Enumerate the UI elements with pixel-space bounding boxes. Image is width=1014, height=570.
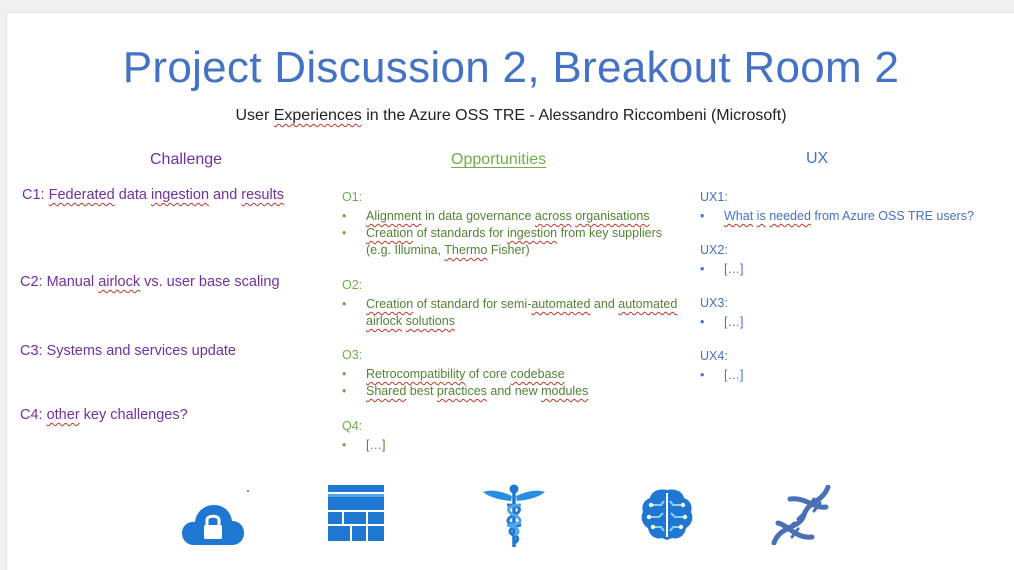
slide-title: Project Discussion 2, Breakout Room 2 bbox=[122, 43, 900, 92]
c1-federated: Federated bbox=[48, 187, 115, 203]
list-item: […] bbox=[700, 367, 1000, 384]
c1-ingestion: ingestion bbox=[150, 187, 210, 203]
word: Retrocompatibility bbox=[366, 367, 466, 381]
text: from Azure OSS TRE users? bbox=[810, 209, 974, 223]
list-item: What is needed from Azure OSS TRE users? bbox=[700, 208, 1000, 225]
ux-label: UX1: bbox=[700, 190, 728, 204]
c4-prefix: C4: bbox=[20, 407, 47, 423]
text: and new bbox=[486, 384, 542, 398]
caduceus-icon bbox=[483, 483, 545, 547]
text: of standards for bbox=[413, 226, 508, 240]
ux-group-ux3: UX3: […] bbox=[700, 295, 1000, 331]
ux-label: UX3: bbox=[700, 296, 728, 310]
list-item: Creation of standard for semi-automated … bbox=[342, 296, 682, 330]
opportunity-group-o3: O3: Retrocompatibility of core codebase … bbox=[342, 347, 682, 400]
cloud-lock-icon bbox=[182, 503, 244, 547]
opportunity-group-o2: O2: Creation of standard for semi-automa… bbox=[342, 277, 682, 330]
stray-dot bbox=[247, 490, 249, 492]
text: of core bbox=[465, 367, 511, 381]
opportunity-label: Q4: bbox=[342, 419, 363, 433]
text: best bbox=[406, 384, 437, 398]
text: and bbox=[590, 297, 619, 311]
c2-prefix: C2: Manual bbox=[20, 274, 99, 290]
word: ingestion bbox=[507, 226, 558, 240]
word: What bbox=[724, 209, 754, 223]
word: codebase bbox=[510, 367, 565, 381]
word: practices bbox=[436, 384, 487, 398]
word: is bbox=[756, 209, 766, 223]
opportunity-group-q4: Q4: […] bbox=[342, 418, 682, 454]
c4-suffix: key challenges? bbox=[79, 407, 188, 423]
ux-group-ux4: UX4: […] bbox=[700, 348, 1000, 384]
word: automated bbox=[531, 297, 591, 311]
word: Thermo bbox=[444, 243, 488, 257]
opportunity-label: O3: bbox=[342, 348, 363, 362]
subtitle-experiences: Experiences bbox=[273, 107, 362, 124]
subtitle-pre: User bbox=[235, 107, 274, 124]
challenge-c3: C3: Systems and services update bbox=[20, 343, 236, 359]
c1-data: data bbox=[114, 187, 151, 203]
dna-icon bbox=[770, 484, 832, 546]
ux-label: UX4: bbox=[700, 349, 728, 363]
word: Creation bbox=[366, 226, 414, 240]
opportunities-heading: Opportunities bbox=[451, 151, 547, 168]
list-item: […] bbox=[700, 314, 1000, 331]
c4-other: other bbox=[46, 407, 80, 423]
word: Creation bbox=[366, 297, 414, 311]
word: needed bbox=[769, 209, 811, 223]
word: across bbox=[534, 209, 572, 223]
challenge-c4: C4: other key challenges? bbox=[20, 407, 188, 423]
c1-and: and bbox=[209, 187, 242, 203]
c1-results: results bbox=[241, 187, 284, 203]
table-layout-icon bbox=[328, 485, 384, 541]
ux-group-ux2: UX2: […] bbox=[700, 242, 1000, 278]
text: in data governance bbox=[421, 209, 535, 223]
brain-circuit-icon bbox=[641, 487, 693, 541]
list-item: Shared best practices and new modules bbox=[342, 383, 682, 400]
challenge-heading: Challenge bbox=[150, 151, 223, 168]
c2-suffix: vs. user base scaling bbox=[140, 274, 280, 290]
word: solutions bbox=[405, 314, 455, 328]
text: of standard for semi- bbox=[413, 297, 532, 311]
word: organisations bbox=[575, 209, 650, 223]
list-item: […] bbox=[700, 261, 1000, 278]
slide-subtitle: User Experiences in the Azure OSS TRE - … bbox=[7, 107, 1014, 125]
opportunity-group-o1: O1: Alignment in data governance across … bbox=[342, 189, 682, 259]
list-item: Retrocompatibility of core codebase bbox=[342, 366, 682, 383]
word: Alignment bbox=[366, 209, 422, 223]
word: automated bbox=[618, 297, 678, 311]
c2-airlock: airlock bbox=[98, 274, 141, 290]
word: Shared bbox=[366, 384, 407, 398]
ux-group-ux1: UX1: What is needed from Azure OSS TRE u… bbox=[700, 189, 1000, 225]
subtitle-post: in the Azure OSS TRE - Alessandro Riccom… bbox=[361, 107, 787, 124]
slide: Project Discussion 2, Breakout Room 2 Us… bbox=[6, 12, 1014, 570]
list-item: Creation of standards for ingestion from… bbox=[342, 225, 682, 259]
opportunity-label: O2: bbox=[342, 278, 363, 292]
ux-heading: UX bbox=[806, 150, 829, 167]
challenge-c1: C1: Federated data ingestion and results bbox=[22, 187, 284, 203]
list-item: Alignment in data governance across orga… bbox=[342, 208, 682, 225]
word: airlock bbox=[366, 314, 403, 328]
challenge-c2: C2: Manual airlock vs. user base scaling bbox=[20, 274, 280, 290]
opportunity-label: O1: bbox=[342, 190, 363, 204]
text: Fisher) bbox=[487, 243, 530, 257]
word: modules bbox=[541, 384, 589, 398]
ux-label: UX2: bbox=[700, 243, 728, 257]
c1-prefix: C1: bbox=[22, 187, 49, 203]
list-item: […] bbox=[342, 437, 682, 454]
